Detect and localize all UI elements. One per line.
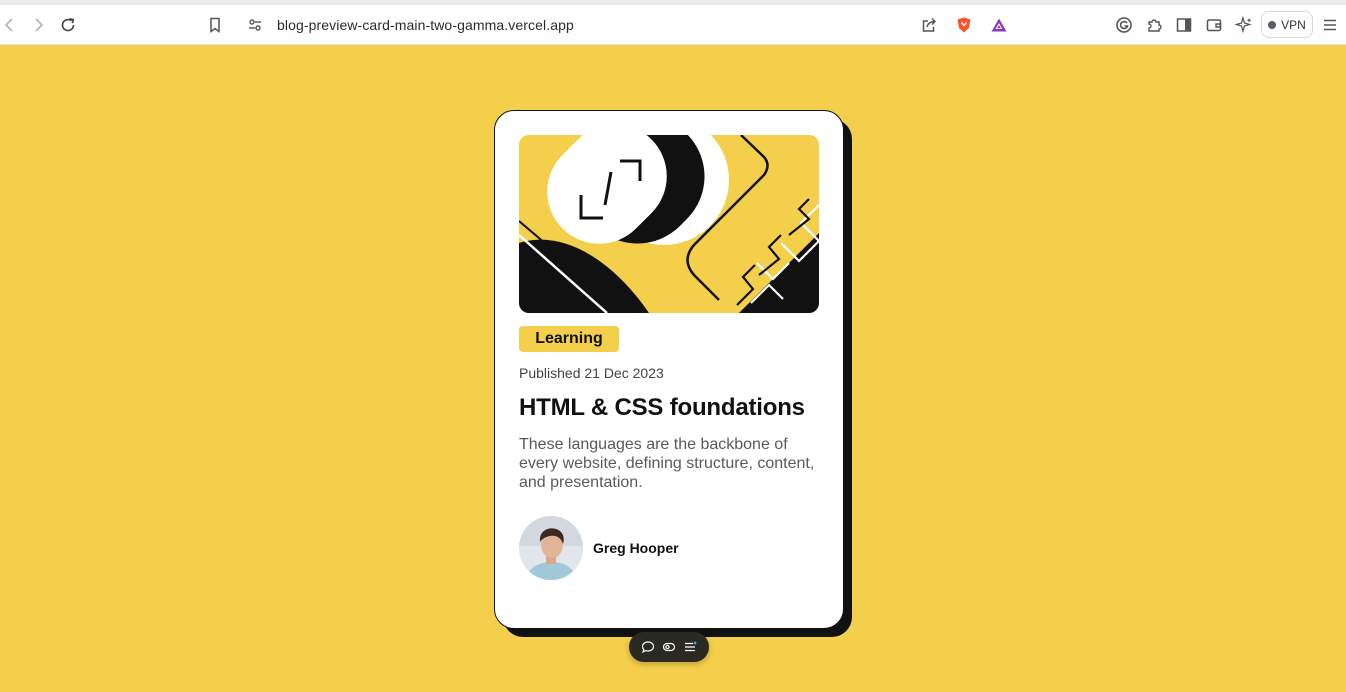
category-tag: Learning	[519, 326, 619, 352]
menu-lines-icon[interactable]	[682, 639, 698, 655]
visibility-icon[interactable]	[661, 639, 677, 655]
vpn-button[interactable]: VPN	[1261, 11, 1313, 38]
extensions-icon[interactable]	[1140, 11, 1168, 39]
avatar	[519, 516, 583, 580]
browser-toolbar: blog-preview-card-main-two-gamma.vercel.…	[0, 5, 1346, 45]
blog-preview-card: Learning Published 21 Dec 2023 HTML & CS…	[494, 110, 844, 629]
reload-icon[interactable]	[54, 11, 82, 39]
grammarly-icon[interactable]	[1110, 11, 1138, 39]
comment-icon[interactable]	[640, 639, 656, 655]
vpn-status-dot	[1268, 20, 1277, 29]
bookmark-icon[interactable]	[201, 11, 229, 39]
floating-toolbar	[629, 632, 709, 662]
card-title[interactable]: HTML & CSS foundations	[519, 394, 805, 422]
back-icon[interactable]	[0, 11, 24, 39]
share-icon[interactable]	[915, 11, 943, 39]
url-text: blog-preview-card-main-two-gamma.vercel.…	[277, 17, 574, 33]
leo-ai-icon[interactable]	[1230, 11, 1258, 39]
brave-shield-icon[interactable]	[950, 11, 978, 39]
published-date: Published 21 Dec 2023	[519, 365, 664, 381]
brave-rewards-icon[interactable]	[985, 11, 1013, 39]
forward-icon[interactable]	[24, 11, 52, 39]
address-bar[interactable]: blog-preview-card-main-two-gamma.vercel.…	[240, 10, 1028, 40]
vpn-label: VPN	[1281, 17, 1306, 32]
wallet-icon[interactable]	[1200, 11, 1228, 39]
author-name: Greg Hooper	[593, 540, 679, 556]
site-settings-icon[interactable]	[241, 11, 269, 39]
card-description: These languages are the backbone of ever…	[519, 436, 815, 491]
hero-illustration	[519, 135, 819, 313]
menu-icon[interactable]	[1316, 11, 1344, 39]
sidebar-icon[interactable]	[1170, 11, 1198, 39]
